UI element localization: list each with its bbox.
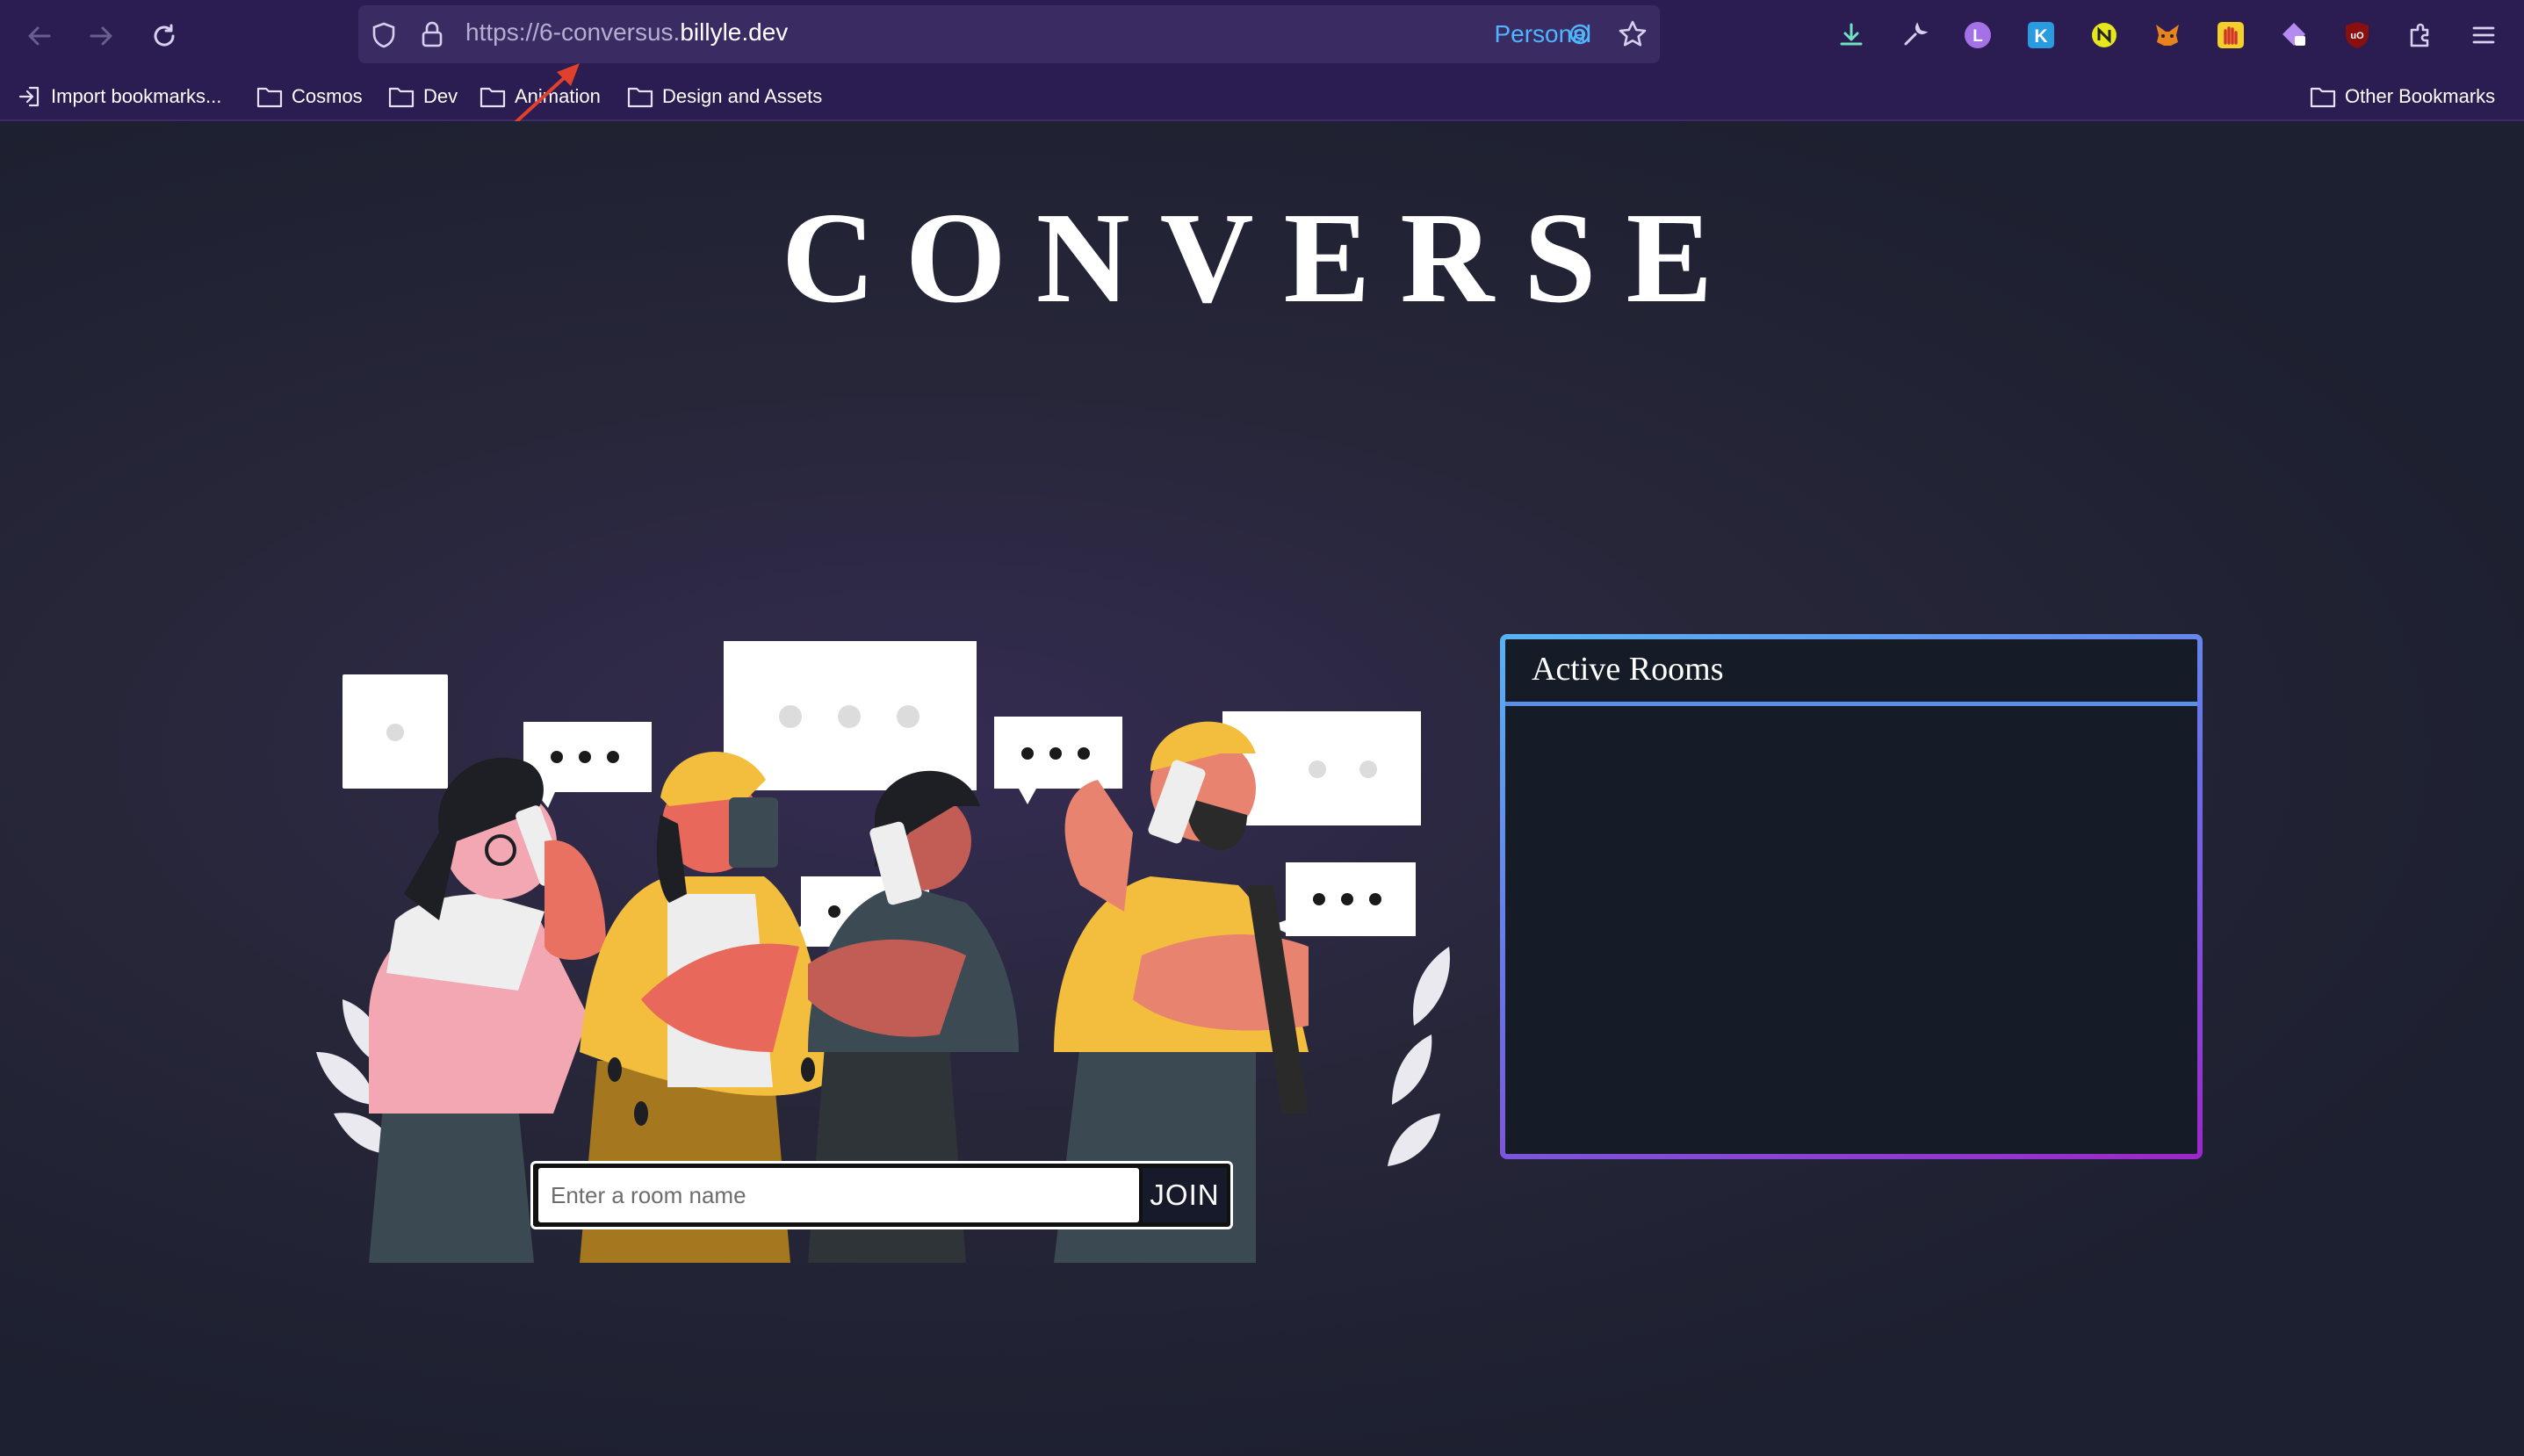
ublock-extension[interactable]: uO [2340,18,2375,53]
url-text[interactable]: https://6-conversus.billyle.dev [465,18,788,47]
bookmark-label: Other Bookmarks [2345,85,2496,107]
fox-icon [2156,25,2179,46]
puzzle-icon [2410,23,2429,47]
metamask-extension[interactable] [2150,18,2185,53]
ublock-shield-icon: uO [2346,22,2369,48]
profile-letter: L [1972,27,1983,46]
folder-icon [2310,87,2336,108]
n-extension[interactable] [2087,18,2122,53]
bookmark-label: Import bookmarks... [51,85,222,107]
bookmark-folder-design[interactable]: Design and Assets [627,81,822,112]
url-prefix: https://6-conversus. [465,18,681,46]
wrench-icon [1904,22,1929,46]
bookmark-folder-other[interactable]: Other Bookmarks [2310,81,2495,112]
browser-toolbar: https://6-conversus.billyle.dev Personal… [0,0,2524,72]
k-extension-icon: K [2028,22,2054,48]
wallet-extension[interactable] [2276,18,2311,53]
download-icon [1840,23,1863,46]
page-title: CONVERSE [781,186,1743,330]
bookmark-star-icon[interactable] [1618,19,1648,49]
page-content: CONVERSE Enter a room name JOIN Active R… [0,121,2524,1456]
room-name-input[interactable] [538,1168,1139,1222]
lock-icon[interactable] [420,20,444,48]
hand-icon [2218,22,2244,48]
hamburger-icon [2472,26,2495,44]
folder-icon [388,87,415,108]
downloads-button[interactable] [1834,18,1869,53]
hand-extension[interactable] [2213,18,2248,53]
bookmarks-bar: Import bookmarks... Cosmos Dev Animation… [0,72,2524,121]
back-button[interactable] [19,16,60,56]
extensions-button[interactable] [2403,18,2438,53]
folder-icon [256,87,283,108]
profile-l-icon: L [1965,22,1991,48]
active-rooms-header: Active Rooms [1505,639,2197,706]
bookmark-label: Cosmos [292,85,363,107]
diamond-lock-icon [2282,23,2305,46]
active-rooms-list[interactable] [1505,706,2197,1145]
active-rooms-panel: Active Rooms [1500,634,2203,1159]
arrow-left-icon [28,26,51,46]
profile-extension[interactable]: L [1960,18,1995,53]
address-bar[interactable]: https://6-conversus.billyle.dev Personal [358,5,1660,63]
people-chatting-illustration [316,641,1450,1263]
fingerprint-icon[interactable] [1568,21,1591,47]
arrow-right-icon [90,26,112,46]
bookmark-import[interactable]: Import bookmarks... [18,81,221,112]
bookmark-label: Dev [423,85,458,107]
folder-icon [627,87,653,108]
bookmark-folder-dev[interactable]: Dev [388,81,458,112]
reload-button[interactable] [144,16,184,56]
k-extension[interactable]: K [2023,18,2059,53]
join-room-form: JOIN [530,1161,1233,1229]
devtools-button[interactable] [1897,18,1932,53]
import-icon [18,86,40,107]
reload-icon [154,24,175,47]
bookmark-folder-cosmos[interactable]: Cosmos [256,81,363,112]
join-button[interactable]: JOIN [1143,1168,1227,1222]
url-domain: billyle.dev [680,18,789,46]
menu-button[interactable] [2466,18,2501,53]
bookmark-label: Design and Assets [662,85,823,107]
n-extension-icon [2092,23,2117,47]
ublock-letters: uO [2350,31,2364,41]
k-letter: K [2034,26,2047,47]
shield-icon[interactable] [371,21,397,49]
forward-button[interactable] [81,16,121,56]
